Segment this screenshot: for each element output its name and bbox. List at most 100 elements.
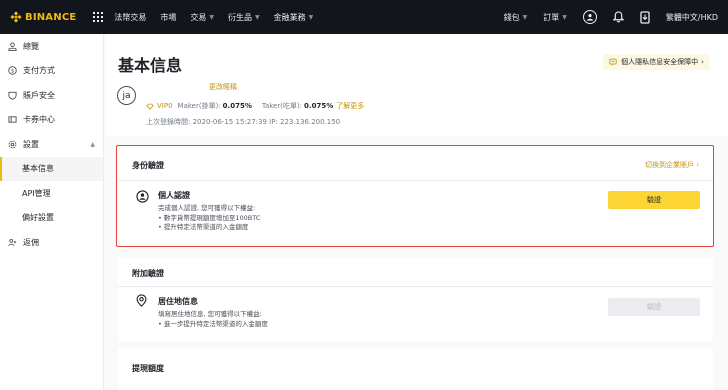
withdrawal-limit-card: 提現額度 bbox=[118, 348, 713, 390]
nav-orders[interactable]: 訂單 ▼ bbox=[543, 12, 567, 23]
card-title: 身份驗證 bbox=[132, 161, 164, 170]
avatar[interactable]: ja bbox=[117, 86, 136, 105]
nav-label: 錢包 bbox=[503, 12, 520, 22]
nav-wallet[interactable]: 錢包 ▼ bbox=[504, 12, 528, 23]
binance-logo-icon bbox=[10, 11, 22, 23]
ticket-icon bbox=[8, 115, 17, 124]
additional-verification-card: 附加驗證 居住地信息 填寫居住地信息, 您可獲得以下權益: • 進一步提升特定法… bbox=[118, 258, 713, 341]
benefits-intro: 完成個人認證, 您可獲得以下權益: bbox=[158, 204, 256, 212]
nav-label: 法幣交易 bbox=[114, 12, 147, 22]
sidebar-item-security[interactable]: 賬戶安全 bbox=[0, 83, 103, 108]
sidebar-item-overview[interactable]: 總覽 bbox=[0, 34, 103, 59]
chevron-down-icon: ▼ bbox=[255, 13, 260, 21]
nav-right: 錢包 ▼ 訂單 ▼ 繁體中文/HKD bbox=[488, 10, 718, 24]
sidebar-item-settings[interactable]: 設置 ▲ bbox=[0, 132, 103, 157]
sidebar-item-referral[interactable]: 返佣 bbox=[0, 230, 103, 255]
divider bbox=[118, 180, 713, 181]
nav-label: 交易 bbox=[190, 12, 207, 22]
sidebar-item-label: 偏好設置 bbox=[22, 213, 54, 223]
sidebar-item-api-management[interactable]: API管理 bbox=[0, 181, 103, 206]
residence-verify-button[interactable]: 驗證 bbox=[608, 298, 700, 316]
nav-fiat-trading[interactable]: 法幣交易 bbox=[114, 12, 146, 23]
sidebar-item-coupons[interactable]: 卡券中心 bbox=[0, 108, 103, 133]
verify-button[interactable]: 驗證 bbox=[608, 191, 700, 209]
nav-label: 訂單 bbox=[543, 12, 560, 22]
dollar-icon: $ bbox=[8, 66, 17, 75]
download-button[interactable] bbox=[640, 10, 650, 24]
taker-label: Taker(吃單): bbox=[261, 102, 303, 110]
user-center-button[interactable] bbox=[582, 10, 597, 24]
residence-info-title: 居住地信息 bbox=[158, 297, 198, 306]
user-icon bbox=[582, 10, 597, 24]
personal-verification-desc: 完成個人認證, 您可獲得以下權益: • 數字貨幣提現額度增加至100BTC • … bbox=[158, 204, 260, 233]
notification-button[interactable] bbox=[612, 11, 624, 23]
download-icon bbox=[640, 10, 650, 24]
sidebar-item-label: 設置 bbox=[23, 139, 39, 149]
chevron-right-icon: › bbox=[696, 161, 699, 169]
top-navbar: BINANCE 法幣交易 市場 交易 ▼ 衍生品 ▼ 金融業務 ▼ 錢包 ▼ 訂單 ▼ 繁… bbox=[0, 0, 728, 34]
residence-info-desc: 填寫居住地信息, 您可獲得以下權益: • 進一步提升特定法幣渠道的入金額度 bbox=[158, 310, 268, 329]
learn-more-link[interactable]: 了解更多 bbox=[336, 101, 364, 111]
sidebar-item-preferences[interactable]: 偏好設置 bbox=[0, 206, 103, 231]
privacy-protection-button[interactable]: 個人隱私信息安全保障中 › bbox=[603, 54, 710, 70]
person-icon bbox=[8, 42, 17, 51]
sidebar-item-label: 卡券中心 bbox=[23, 115, 55, 125]
sidebar-item-label: 基本信息 bbox=[22, 164, 54, 174]
last-login-info: 上次登錄時間: 2020-06-15 15:27:39 IP: 223.136.… bbox=[146, 118, 341, 126]
brand-name: BINANCE bbox=[25, 11, 77, 23]
nav-markets[interactable]: 市場 bbox=[160, 12, 176, 23]
diamond-icon bbox=[146, 103, 154, 110]
identity-verification-card: 身份驗證 切換到企業賬戶 › 個人認證 完成個人認證, 您可獲得以下權益: • … bbox=[118, 145, 713, 247]
taker-fee: 0.075% bbox=[304, 102, 334, 110]
maker-label: Maker(掛單): bbox=[177, 102, 221, 110]
chevron-up-icon: ▲ bbox=[90, 140, 95, 148]
chevron-right-icon: › bbox=[701, 58, 704, 66]
switch-link-label: 切換到企業賬戶 bbox=[644, 161, 694, 169]
benefit-item: • 進一步提升特定法幣渠道的入金額度 bbox=[158, 319, 268, 328]
nav-trade[interactable]: 交易 ▼ bbox=[190, 12, 214, 23]
sidebar-item-label: 支付方式 bbox=[23, 66, 55, 76]
gear-icon bbox=[8, 140, 17, 149]
chevron-down-icon: ▼ bbox=[522, 13, 528, 21]
benefits-intro: 填寫居住地信息, 您可獲得以下權益: bbox=[158, 310, 262, 318]
bell-icon bbox=[612, 11, 624, 23]
nav-label: 繁體中文/HKD bbox=[665, 12, 718, 22]
edit-nickname-link[interactable]: 更改暱稱 bbox=[209, 82, 237, 92]
apps-grid-icon[interactable] bbox=[93, 12, 104, 22]
svg-text:$: $ bbox=[11, 69, 14, 75]
user-circle-icon bbox=[136, 190, 149, 203]
sidebar-item-label: 總覽 bbox=[23, 41, 39, 51]
divider bbox=[118, 286, 713, 287]
referral-icon bbox=[8, 238, 17, 247]
sidebar-item-basic-info[interactable]: 基本信息 bbox=[0, 156, 103, 181]
privacy-button-label: 個人隱私信息安全保障中 bbox=[621, 58, 699, 66]
nav-finance[interactable]: 金融業務 ▼ bbox=[274, 12, 314, 23]
nav-label: 衍生品 bbox=[228, 12, 253, 22]
chevron-down-icon: ▼ bbox=[308, 13, 314, 21]
binance-logo[interactable]: BINANCE bbox=[10, 11, 76, 23]
location-pin-icon bbox=[136, 294, 147, 307]
vip-level: VIP0 bbox=[157, 102, 173, 110]
nav-label: 金融業務 bbox=[273, 12, 306, 22]
page-title: 基本信息 bbox=[118, 56, 183, 75]
card-title: 附加驗證 bbox=[132, 269, 164, 278]
switch-to-business-link[interactable]: 切換到企業賬戶 › bbox=[645, 160, 699, 170]
sidebar: 總覽 $ 支付方式 賬戶安全 卡券中心 設置 ▲ 基本信息 API管理 偏好設置… bbox=[0, 34, 104, 390]
profile-header: 基本信息 個人隱私信息安全保障中 › ja 更改暱稱 VIP0 Maker(掛單… bbox=[105, 34, 728, 136]
sidebar-item-label: 賬戶安全 bbox=[23, 90, 55, 100]
benefit-item: • 提升特定法幣渠道的入金額度 bbox=[158, 223, 249, 231]
chevron-down-icon: ▼ bbox=[562, 13, 567, 21]
sidebar-item-payment[interactable]: $ 支付方式 bbox=[0, 59, 103, 84]
sidebar-item-label: API管理 bbox=[22, 188, 51, 198]
sidebar-item-label: 返佣 bbox=[23, 237, 39, 247]
nav-derivatives[interactable]: 衍生品 ▼ bbox=[228, 12, 260, 23]
shield-icon bbox=[8, 91, 17, 100]
vip-fee-row: VIP0 Maker(掛單): 0.075% Taker(吃單): 0.075%… bbox=[146, 101, 364, 111]
nav-label: 市場 bbox=[160, 12, 177, 22]
personal-verification-title: 個人認證 bbox=[158, 191, 190, 200]
language-currency-selector[interactable]: 繁體中文/HKD bbox=[666, 12, 718, 23]
message-shield-icon bbox=[609, 58, 617, 66]
maker-fee: 0.075% bbox=[222, 102, 252, 110]
chevron-down-icon: ▼ bbox=[209, 13, 215, 21]
benefit-item: • 數字貨幣提現額度增加至100BTC bbox=[158, 213, 261, 222]
